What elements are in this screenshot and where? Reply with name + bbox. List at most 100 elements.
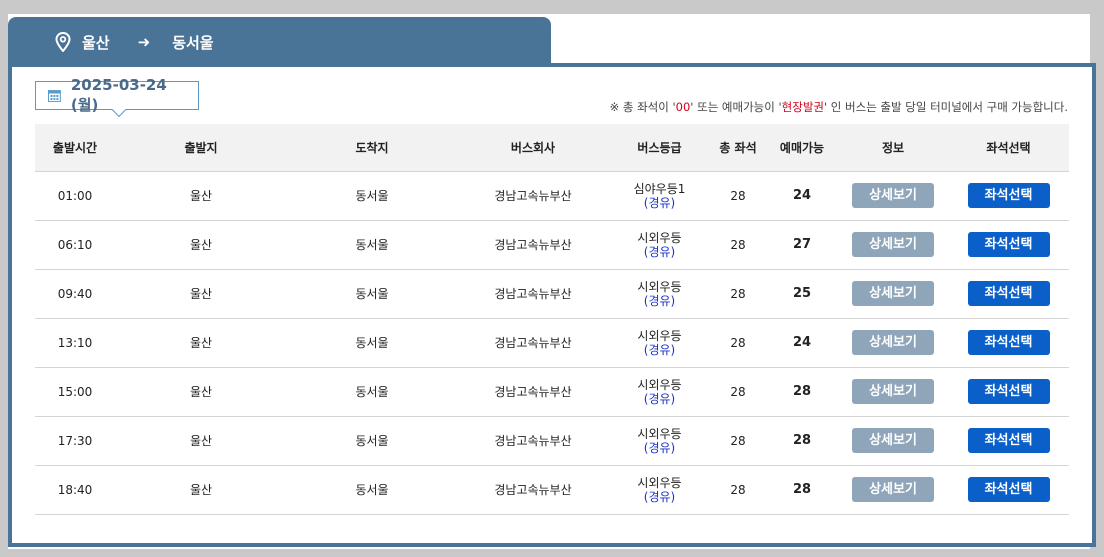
total-seats: 28 [710, 269, 766, 319]
detail-button[interactable]: 상세보기 [852, 232, 934, 257]
detail-button[interactable]: 상세보기 [852, 428, 934, 453]
column-header: 총 좌석 [710, 124, 766, 171]
bus-grade: 시외우등 (경유) [609, 465, 710, 515]
table-row: 15:00 울산 동서울 경남고속뉴부산 시외우등 (경유) 28 28 상세보기 좌석선택 [35, 367, 1069, 417]
table-row: 13:10 울산 동서울 경남고속뉴부산 시외우등 (경유) 28 24 상세보기 좌석선택 [35, 318, 1069, 368]
detail-button[interactable]: 상세보기 [852, 183, 934, 208]
seat-cell: 좌석선택 [948, 465, 1069, 515]
info-cell: 상세보기 [838, 416, 948, 466]
via-label: (경유) [643, 195, 676, 210]
via-label: (경유) [643, 293, 676, 308]
bus-grade: 심야우등1 (경유) [609, 170, 710, 221]
total-seats: 28 [710, 465, 766, 515]
seat-cell: 좌석선택 [948, 318, 1069, 368]
available-seats: 28 [766, 367, 838, 417]
select-seat-button[interactable]: 좌석선택 [967, 183, 1050, 208]
via-label: (경유) [643, 489, 676, 504]
select-seat-button[interactable]: 좌석선택 [967, 330, 1050, 355]
destination-cell: 동서울 [287, 465, 457, 515]
origin-cell: 울산 [115, 170, 287, 221]
column-header: 출발지 [115, 124, 287, 171]
departure-time: 17:30 [35, 416, 115, 466]
grade-name: 시외우등 [637, 328, 682, 343]
info-cell: 상세보기 [838, 220, 948, 270]
available-seats: 27 [766, 220, 838, 270]
date-label: 2025-03-24 (월) [70, 76, 167, 114]
via-label: (경유) [643, 391, 676, 406]
departure-time: 18:40 [35, 465, 115, 515]
available-seats: 28 [766, 416, 838, 466]
destination-cell: 동서울 [287, 416, 457, 466]
available-seats: 28 [766, 465, 838, 515]
grade-name: 시외우등 [637, 377, 682, 392]
available-seats: 24 [766, 318, 838, 368]
destination-cell: 동서울 [287, 318, 457, 368]
info-cell: 상세보기 [838, 367, 948, 417]
column-header: 버스등급 [609, 124, 710, 171]
table-row: 17:30 울산 동서울 경남고속뉴부산 시외우등 (경유) 28 28 상세보기 좌석선택 [35, 416, 1069, 466]
destination-cell: 동서울 [287, 367, 457, 417]
table-row: 01:00 울산 동서울 경남고속뉴부산 심야우등1 (경유) 28 24 상세보기 좌석선택 [35, 170, 1069, 221]
departure-time: 13:10 [35, 318, 115, 368]
column-header: 정보 [838, 124, 948, 171]
bus-company: 경남고속뉴부산 [457, 416, 609, 466]
info-cell: 상세보기 [838, 269, 948, 319]
via-label: (경유) [643, 342, 676, 357]
table-header-row: 출발시간 출발지 도착지 버스회사 버스등급 총 좌석 예매가능 정보 좌석선택 [35, 124, 1069, 171]
available-seats: 25 [766, 269, 838, 319]
departure-time: 01:00 [35, 170, 115, 221]
origin-cell: 울산 [115, 269, 287, 319]
table-row: 06:10 울산 동서울 경남고속뉴부산 시외우등 (경유) 28 27 상세보기 좌석선택 [35, 220, 1069, 270]
info-cell: 상세보기 [838, 170, 948, 221]
seat-cell: 좌석선택 [948, 367, 1069, 417]
seat-notice: ※ 총 좌석이 '00' 또는 예매가능이 '현장발권' 인 버스는 출발 당일… [609, 100, 1068, 114]
select-seat-button[interactable]: 좌석선택 [967, 428, 1050, 453]
seat-cell: 좌석선택 [948, 269, 1069, 319]
route-destination: 동서울 [172, 33, 214, 52]
via-label: (경유) [643, 440, 676, 455]
select-seat-button[interactable]: 좌석선택 [967, 477, 1050, 502]
column-header: 도착지 [287, 124, 457, 171]
info-cell: 상세보기 [838, 465, 948, 515]
seat-cell: 좌석선택 [948, 220, 1069, 270]
bus-company: 경남고속뉴부산 [457, 269, 609, 319]
origin-cell: 울산 [115, 220, 287, 270]
select-seat-button[interactable]: 좌석선택 [967, 379, 1050, 404]
detail-button[interactable]: 상세보기 [852, 281, 934, 306]
seat-cell: 좌석선택 [948, 170, 1069, 221]
detail-button[interactable]: 상세보기 [852, 379, 934, 404]
available-seats: 24 [766, 170, 838, 221]
grade-name: 시외우등 [637, 279, 682, 294]
grade-name: 심야우등1 [633, 181, 686, 196]
total-seats: 28 [710, 220, 766, 270]
bus-company: 경남고속뉴부산 [457, 318, 609, 368]
date-selector[interactable]: 2025-03-24 (월) [35, 76, 199, 118]
bus-grade: 시외우등 (경유) [609, 220, 710, 270]
bus-schedule-table: 출발시간 출발지 도착지 버스회사 버스등급 총 좌석 예매가능 정보 좌석선택 01:00 울산… [35, 124, 1069, 515]
total-seats: 28 [710, 170, 766, 221]
select-seat-button[interactable]: 좌석선택 [967, 232, 1050, 257]
seat-cell: 좌석선택 [948, 416, 1069, 466]
total-seats: 28 [710, 416, 766, 466]
departure-time: 06:10 [35, 220, 115, 270]
grade-name: 시외우등 [637, 475, 682, 490]
select-seat-button[interactable]: 좌석선택 [967, 281, 1050, 306]
origin-cell: 울산 [115, 465, 287, 515]
table-row: 09:40 울산 동서울 경남고속뉴부산 시외우등 (경유) 28 25 상세보기 좌석선택 [35, 269, 1069, 319]
departure-time: 09:40 [35, 269, 115, 319]
detail-button[interactable]: 상세보기 [852, 330, 934, 355]
grade-name: 시외우등 [637, 230, 682, 245]
grade-name: 시외우등 [637, 426, 682, 441]
destination-cell: 동서울 [287, 269, 457, 319]
route-header: 울산 ➜ 동서울 [8, 17, 551, 67]
total-seats: 28 [710, 367, 766, 417]
bus-company: 경남고속뉴부산 [457, 367, 609, 417]
detail-button[interactable]: 상세보기 [852, 477, 934, 502]
origin-cell: 울산 [115, 367, 287, 417]
column-header: 버스회사 [457, 124, 609, 171]
bus-grade: 시외우등 (경유) [609, 269, 710, 319]
bus-company: 경남고속뉴부산 [457, 170, 609, 221]
arrow-right-icon: ➜ [137, 33, 151, 51]
departure-time: 15:00 [35, 367, 115, 417]
total-seats: 28 [710, 318, 766, 368]
